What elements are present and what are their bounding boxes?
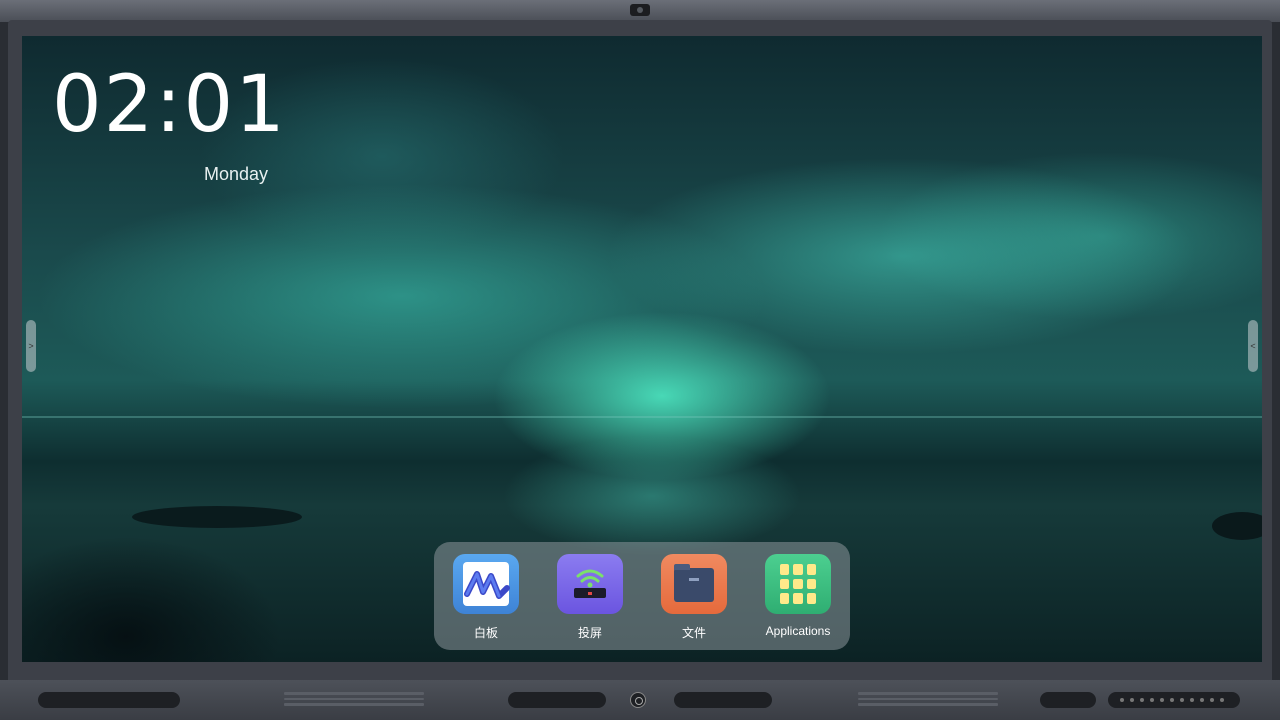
chevron-right-icon: > [28, 341, 34, 351]
app-dock: 白板 投屏 文件 Applications [434, 542, 850, 650]
front-panel-slot-right [674, 692, 772, 708]
chevron-left-icon: < [1250, 341, 1256, 351]
speaker-grille-left [284, 692, 424, 707]
whiteboard-icon [453, 554, 519, 614]
dock-item-files[interactable]: 文件 [654, 554, 734, 641]
dock-label-whiteboard: 白板 [473, 626, 498, 640]
speaker-grille-right [858, 692, 998, 707]
foreground-rocks [22, 536, 282, 662]
clock-time: 02:01 [52, 60, 287, 150]
home-button[interactable] [630, 692, 646, 708]
usb-port-panel [1040, 692, 1096, 708]
dock-label-screen-cast: 投屏 [577, 626, 602, 640]
indicator-dots [1120, 698, 1224, 702]
front-panel-slot-left [508, 692, 606, 708]
aurora-reflection [502, 436, 802, 556]
rock-right [1212, 512, 1262, 540]
horizon-line [22, 416, 1262, 418]
dock-label-applications: Applications [765, 624, 831, 638]
dock-item-whiteboard[interactable]: 白板 [446, 554, 526, 641]
left-sidebar-handle[interactable]: > [26, 320, 36, 372]
right-sidebar-handle[interactable]: < [1248, 320, 1258, 372]
files-icon [661, 554, 727, 614]
apps-grid-icon [765, 554, 831, 614]
rock-island [132, 506, 302, 528]
front-panel-buttons[interactable] [38, 692, 180, 708]
camera-icon [630, 4, 650, 16]
dock-item-screen-cast[interactable]: 投屏 [550, 554, 630, 641]
dock-label-files: 文件 [681, 626, 706, 640]
dock-item-applications[interactable]: Applications [758, 554, 838, 638]
clock-day: Monday [204, 164, 269, 184]
screen-cast-icon [557, 554, 623, 614]
